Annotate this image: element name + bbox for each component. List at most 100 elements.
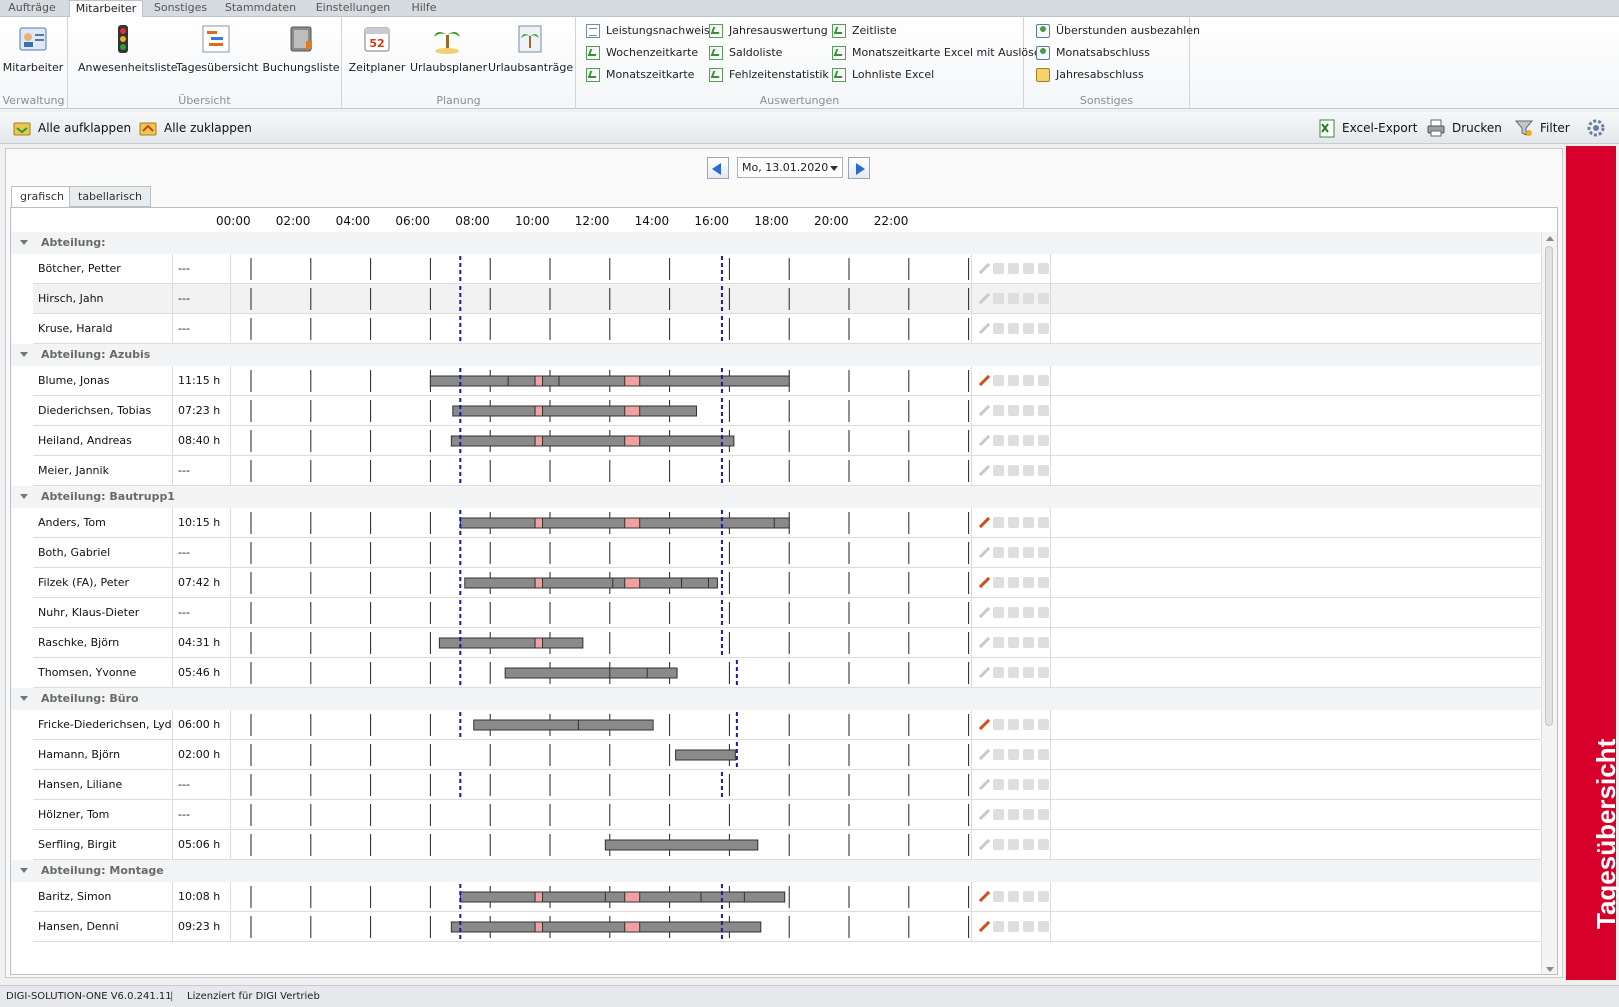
scroll-thumb[interactable] (1545, 246, 1553, 726)
checkmark-icon[interactable] (1023, 779, 1034, 790)
note-icon[interactable] (1038, 637, 1049, 648)
tagesuebersicht-button[interactable]: Tagesübersicht (176, 21, 258, 87)
tab-tabellarisch[interactable]: tabellarisch (69, 186, 151, 207)
collapse-triangle-icon[interactable] (20, 352, 28, 357)
stamp-icon[interactable] (993, 465, 1004, 476)
stamp-icon[interactable] (993, 749, 1004, 760)
note-icon[interactable] (1038, 375, 1049, 386)
employee-row[interactable]: Serfling, Birgit 05:06 h (33, 830, 1541, 860)
cloud-icon[interactable] (1008, 607, 1019, 618)
cloud-icon[interactable] (1008, 779, 1019, 790)
menu-tab-sonstiges[interactable]: Sonstiges (148, 0, 213, 17)
employee-timeline[interactable] (231, 800, 971, 830)
filter-button[interactable]: Filter (1514, 118, 1570, 138)
monatszeitkarte-button[interactable]: Monatszeitkarte (586, 66, 694, 84)
checkmark-icon[interactable] (1023, 263, 1034, 274)
note-icon[interactable] (1038, 779, 1049, 790)
department-group-header[interactable]: Abteilung: Azubis (11, 344, 1541, 366)
employee-timeline[interactable] (231, 598, 971, 628)
employee-row[interactable]: Nuhr, Klaus-Dieter --- (33, 598, 1541, 628)
note-icon[interactable] (1038, 809, 1049, 820)
stamp-icon[interactable] (993, 323, 1004, 334)
edit-pencil-icon[interactable] (978, 667, 989, 678)
scroll-down-icon[interactable] (1546, 967, 1554, 972)
fehlzeitenstatistik-button[interactable]: Fehlzeitenstatistik (709, 66, 829, 84)
checkmark-icon[interactable] (1023, 405, 1034, 416)
expand-all-button[interactable]: Alle aufklappen (12, 118, 131, 138)
settings-button[interactable] (1586, 118, 1608, 138)
employee-row[interactable]: Meier, Jannik --- (33, 456, 1541, 486)
edit-pencil-icon[interactable] (978, 405, 989, 416)
stamp-icon[interactable] (993, 263, 1004, 274)
employee-row[interactable]: Hansen, Liliane --- (33, 770, 1541, 800)
edit-pencil-icon[interactable] (978, 719, 989, 730)
note-icon[interactable] (1038, 749, 1049, 760)
collapse-triangle-icon[interactable] (20, 696, 28, 701)
note-icon[interactable] (1038, 293, 1049, 304)
stamp-icon[interactable] (993, 839, 1004, 850)
edit-pencil-icon[interactable] (978, 465, 989, 476)
checkmark-icon[interactable] (1023, 891, 1034, 902)
scroll-up-icon[interactable] (1546, 236, 1554, 241)
employee-timeline[interactable] (231, 912, 971, 942)
checkmark-icon[interactable] (1023, 435, 1034, 446)
note-icon[interactable] (1038, 405, 1049, 416)
employee-row[interactable]: Hamann, Björn 02:00 h (33, 740, 1541, 770)
collapse-triangle-icon[interactable] (20, 868, 28, 873)
cloud-icon[interactable] (1008, 323, 1019, 334)
note-icon[interactable] (1038, 465, 1049, 476)
stamp-icon[interactable] (993, 637, 1004, 648)
employee-row[interactable]: Bötcher, Petter --- (33, 254, 1541, 284)
jahresauswertung-button[interactable]: Jahresauswertung (709, 22, 828, 40)
note-icon[interactable] (1038, 839, 1049, 850)
menu-tab-hilfe[interactable]: Hilfe (402, 0, 446, 17)
menu-tab-mitarbeiter[interactable]: Mitarbeiter (69, 0, 143, 18)
employee-timeline[interactable] (231, 628, 971, 658)
cloud-icon[interactable] (1008, 667, 1019, 678)
menu-tab-stammdaten[interactable]: Stammdaten (218, 0, 303, 17)
cloud-icon[interactable] (1008, 839, 1019, 850)
ueberstunden-button[interactable]: Überstunden ausbezahlen (1036, 22, 1200, 40)
employee-timeline[interactable] (231, 366, 971, 396)
collapse-triangle-icon[interactable] (20, 240, 28, 245)
stamp-icon[interactable] (993, 921, 1004, 932)
cloud-icon[interactable] (1008, 465, 1019, 476)
menu-tab-einstellungen[interactable]: Einstellungen (308, 0, 398, 17)
edit-pencil-icon[interactable] (978, 779, 989, 790)
employee-timeline[interactable] (231, 508, 971, 538)
stamp-icon[interactable] (993, 547, 1004, 558)
cloud-icon[interactable] (1008, 749, 1019, 760)
employee-row[interactable]: Heiland, Andreas 08:40 h (33, 426, 1541, 456)
edit-pencil-icon[interactable] (978, 293, 989, 304)
edit-pencil-icon[interactable] (978, 749, 989, 760)
collapse-triangle-icon[interactable] (20, 494, 28, 499)
note-icon[interactable] (1038, 891, 1049, 902)
wochenzeitkarte-button[interactable]: Wochenzeitkarte (586, 44, 698, 62)
employee-timeline[interactable] (231, 538, 971, 568)
employee-timeline[interactable] (231, 254, 971, 284)
excel-export-button[interactable]: Excel-Export (1316, 118, 1417, 138)
note-icon[interactable] (1038, 577, 1049, 588)
edit-pencil-icon[interactable] (978, 577, 989, 588)
checkmark-icon[interactable] (1023, 749, 1034, 760)
stamp-icon[interactable] (993, 405, 1004, 416)
note-icon[interactable] (1038, 323, 1049, 334)
urlaubsantraege-button[interactable]: Urlaubsanträge (488, 21, 573, 87)
note-icon[interactable] (1038, 719, 1049, 730)
zeitliste-button[interactable]: Zeitliste (832, 22, 897, 40)
employee-timeline[interactable] (231, 314, 971, 344)
stamp-icon[interactable] (993, 293, 1004, 304)
note-icon[interactable] (1038, 607, 1049, 618)
checkmark-icon[interactable] (1023, 809, 1034, 820)
checkmark-icon[interactable] (1023, 577, 1034, 588)
employee-row[interactable]: Raschke, Björn 04:31 h (33, 628, 1541, 658)
note-icon[interactable] (1038, 517, 1049, 528)
employee-row[interactable]: Diederichsen, Tobias 07:23 h (33, 396, 1541, 426)
checkmark-icon[interactable] (1023, 547, 1034, 558)
employee-row[interactable]: Hölzner, Tom --- (33, 800, 1541, 830)
employee-timeline[interactable] (231, 426, 971, 456)
department-group-header[interactable]: Abteilung: Bautrupp1 (11, 486, 1541, 508)
employee-timeline[interactable] (231, 830, 971, 860)
cloud-icon[interactable] (1008, 719, 1019, 730)
edit-pencil-icon[interactable] (978, 547, 989, 558)
